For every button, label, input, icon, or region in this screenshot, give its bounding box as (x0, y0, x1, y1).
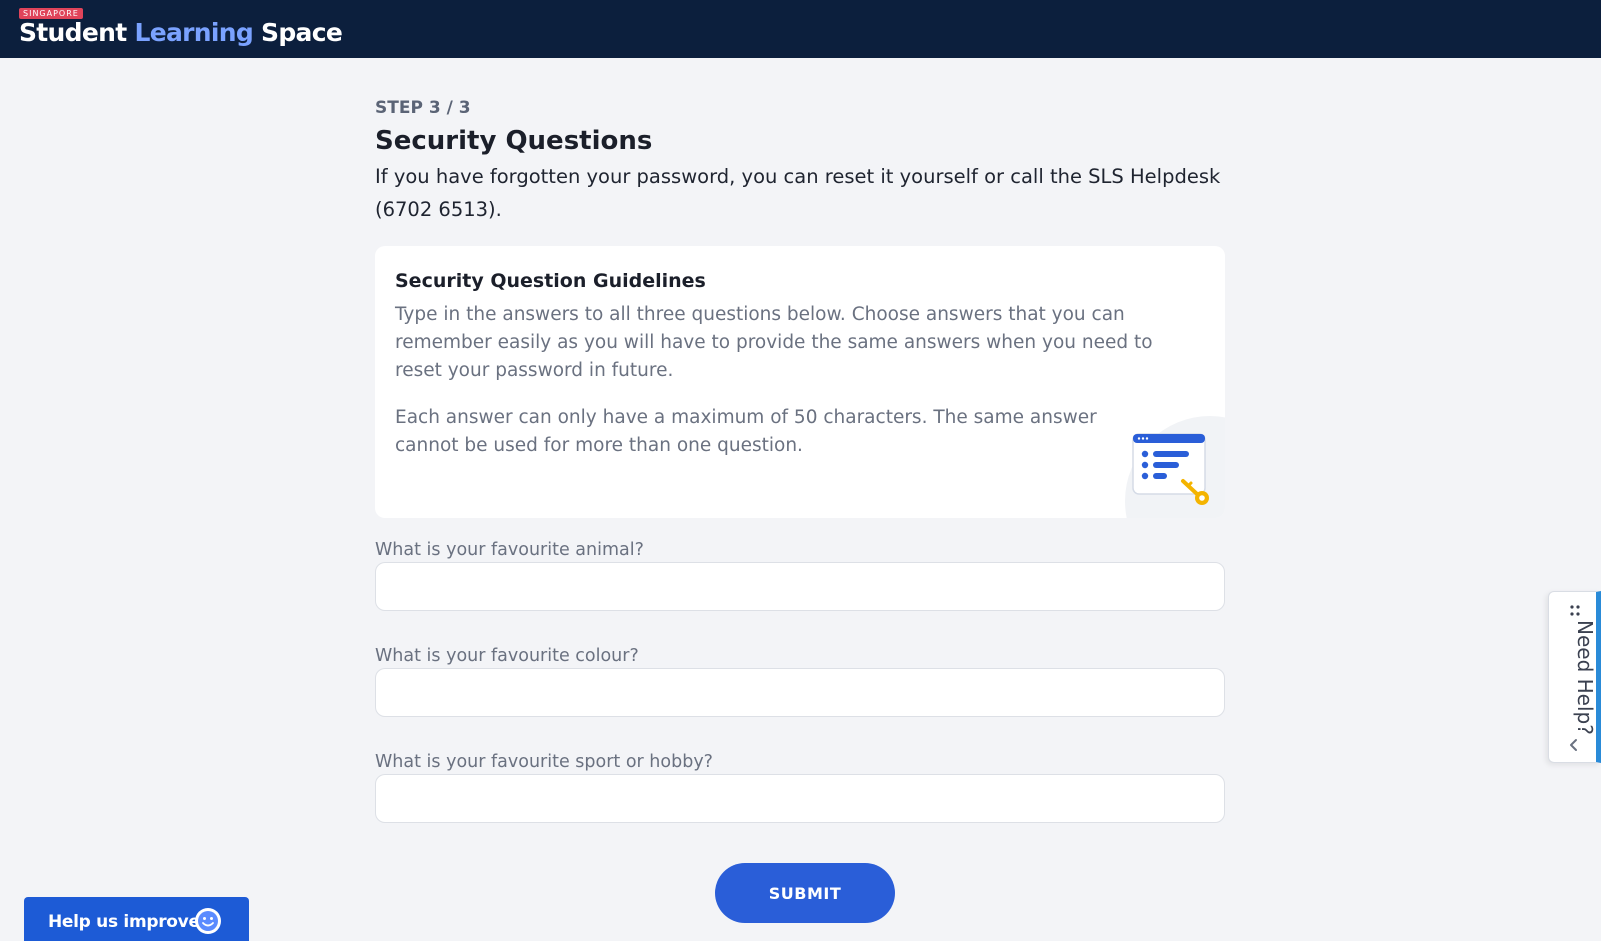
guidelines-paragraph-2: Each answer can only have a maximum of 5… (395, 407, 1097, 456)
question-label-colour: What is your favourite colour? (375, 646, 639, 666)
brand-word-learning: Learning (134, 18, 254, 47)
security-list-key-icon (1125, 416, 1225, 518)
security-questions-form: STEP 3 / 3 Security Questions If you hav… (375, 96, 1225, 823)
step-indicator: STEP 3 / 3 (375, 98, 471, 118)
need-help-tab[interactable]: Need Help? (1548, 591, 1601, 763)
answer-input-sport-hobby[interactable] (375, 774, 1225, 823)
intro-text: If you have forgotten your password, you… (375, 165, 1221, 221)
question-label-sport-hobby: What is your favourite sport or hobby? (375, 752, 713, 772)
smiley-icon (195, 908, 221, 934)
feedback-label: Help us improve (48, 912, 200, 932)
answer-input-colour[interactable] (375, 668, 1225, 717)
top-bar: SINGAPORE Student Learning Space (0, 0, 1601, 58)
brand-word-space: Space (261, 18, 343, 47)
need-help-label: Need Help? (1573, 620, 1597, 735)
guidelines-paragraph-1: Type in the answers to all three questio… (395, 304, 1153, 381)
brand-word-student: Student (19, 18, 127, 47)
help-us-improve-button[interactable]: Help us improve (24, 897, 249, 941)
drag-dots-icon (1570, 605, 1580, 616)
submit-button[interactable]: SUBMIT (715, 863, 895, 923)
page-title: Security Questions (375, 126, 653, 156)
guidelines-card: Security Question Guidelines Type in the… (375, 246, 1225, 518)
answer-input-animal[interactable] (375, 562, 1225, 611)
question-label-animal: What is your favourite animal? (375, 540, 644, 560)
chevron-left-icon (1570, 739, 1577, 751)
guidelines-title: Security Question Guidelines (395, 270, 706, 292)
brand-name: Student Learning Space (19, 18, 343, 48)
